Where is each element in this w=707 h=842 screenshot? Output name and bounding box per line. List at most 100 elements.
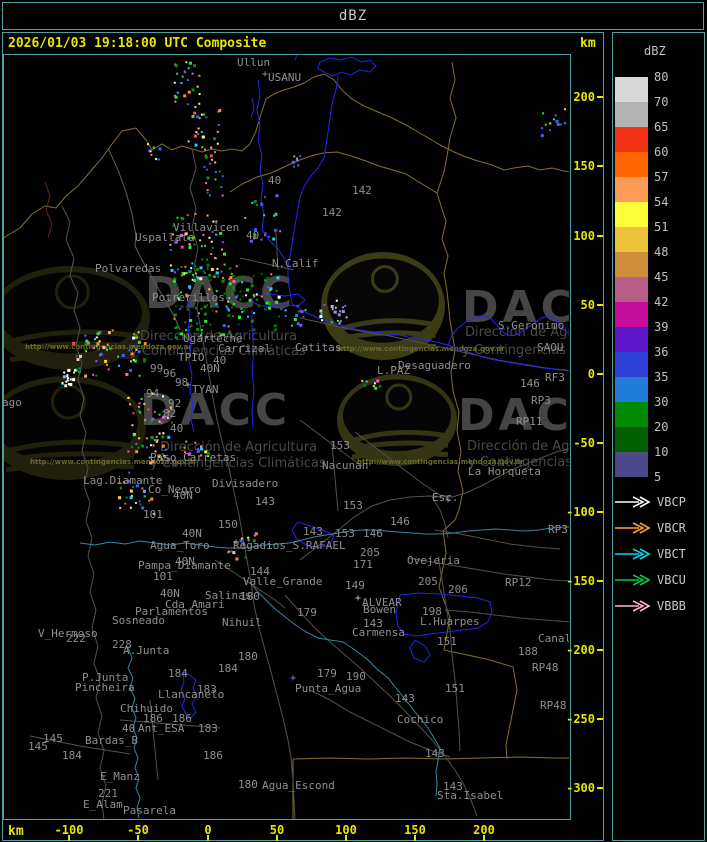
- radar-echo-pixel: [176, 72, 179, 75]
- map-place-label: Catitas: [295, 341, 342, 354]
- radar-echo-pixel: [206, 176, 210, 180]
- radar-echo-pixel: [185, 61, 188, 64]
- radar-echo-pixel: [128, 349, 131, 352]
- radar-echo-pixel: [564, 122, 567, 125]
- radar-echo-pixel: [296, 157, 298, 160]
- radar-echo-pixel: [174, 100, 177, 103]
- radar-echo-pixel: [297, 310, 300, 313]
- radar-echo-pixel: [84, 374, 88, 378]
- map-place-label: Carrizal: [218, 342, 271, 355]
- radar-echo-pixel: [185, 329, 188, 332]
- radar-echo-pixel: [302, 315, 305, 318]
- radar-echo-pixel: [204, 319, 208, 323]
- radar-echo-pixel: [213, 137, 216, 141]
- radar-echo-pixel: [194, 212, 197, 215]
- radar-echo-pixel: [273, 214, 276, 217]
- radar-echo-pixel: [188, 246, 192, 249]
- radar-echo-pixel: [196, 314, 199, 317]
- map-viewport[interactable]: DACC DACC DACC DACC Dirección de Agricultura…: [4, 55, 569, 819]
- radar-echo-pixel: [153, 410, 156, 413]
- y-axis-tick-label: 100: [573, 229, 595, 243]
- radar-echo-pixel: [206, 189, 209, 191]
- radar-echo-pixel: [200, 245, 203, 248]
- radar-echo-pixel: [141, 444, 145, 448]
- legend-value-label: 65: [654, 120, 669, 134]
- radar-echo-pixel: [93, 347, 95, 350]
- radar-echo-pixel: [138, 374, 141, 377]
- radar-echo-pixel: [269, 287, 273, 291]
- radar-echo-pixel: [300, 310, 304, 314]
- radar-echo-pixel: [221, 248, 224, 251]
- vector-label: VBCT: [657, 547, 686, 561]
- map-place-label: USANU: [268, 71, 302, 84]
- radar-echo-pixel: [339, 310, 342, 313]
- map-place-label: 205: [360, 546, 380, 559]
- radar-echo-pixel: [135, 502, 137, 504]
- map-place-label: 184: [218, 662, 238, 675]
- map-place-label: 146: [390, 515, 410, 528]
- radar-echo-pixel: [255, 298, 258, 301]
- radar-echo-pixel: [549, 129, 552, 132]
- radar-echo-pixel: [188, 285, 192, 289]
- radar-echo-pixel: [193, 134, 197, 138]
- radar-echo-pixel: [266, 286, 269, 289]
- radar-echo-pixel: [227, 300, 230, 303]
- map-canvas: DACC DACC DACC DACC Dirección de Agricultura…: [4, 55, 569, 819]
- radar-echo-pixel: [162, 432, 165, 435]
- radar-echo-pixel: [84, 343, 87, 346]
- radar-echo-pixel: [218, 170, 221, 173]
- x-axis-tick: [345, 835, 347, 841]
- radar-echo-pixel: [118, 364, 121, 367]
- map-place-label: 143: [255, 495, 275, 508]
- map-place-label: S.Geronimo: [498, 319, 565, 332]
- radar-echo-pixel: [344, 304, 347, 307]
- radar-echo-pixel: [231, 293, 234, 296]
- x-axis-unit-label: km: [8, 824, 24, 839]
- radar-echo-pixel: [62, 375, 66, 379]
- radar-echo-pixel: [541, 127, 543, 130]
- map-place-label: 40N: [182, 527, 202, 540]
- y-axis-tick: [597, 373, 603, 375]
- radar-echo-pixel: [67, 377, 69, 380]
- radar-echo-pixel: [244, 556, 247, 559]
- radar-echo-pixel: [564, 108, 566, 111]
- vector-label: VBBB: [657, 599, 686, 613]
- radar-echo-pixel: [125, 496, 128, 499]
- radar-echo-pixel: [127, 397, 130, 399]
- radar-echo-pixel: [64, 384, 68, 388]
- radar-echo-pixel: [173, 286, 176, 289]
- map-place-label: Divisadero: [212, 477, 279, 490]
- radar-echo-pixel: [297, 164, 300, 167]
- map-place-label: 149: [345, 579, 365, 592]
- radar-echo-pixel: [277, 295, 281, 299]
- legend-color-swatch: [615, 452, 648, 477]
- radar-echo-pixel: [195, 131, 198, 134]
- radar-echo-pixel: [337, 319, 339, 322]
- map-place-label: Pincheira: [75, 681, 135, 694]
- y-axis-tick-label: 50: [580, 298, 595, 312]
- radar-echo-pixel: [321, 319, 324, 322]
- radar-echo-pixel: [210, 268, 214, 271]
- radar-echo-pixel: [135, 450, 139, 454]
- map-place-label: Uspallata: [135, 231, 195, 244]
- radar-echo-pixel: [330, 305, 334, 308]
- page-title: dBZ: [338, 8, 368, 24]
- radar-echo-pixel: [197, 133, 200, 135]
- radar-echo-pixel: [275, 194, 279, 198]
- map-place-label: E_Alam: [83, 798, 123, 811]
- map-place-label: 40N: [160, 587, 180, 600]
- radar-echo-pixel: [342, 306, 345, 309]
- radar-echo-pixel: [194, 106, 197, 109]
- radar-echo-pixel: [253, 312, 255, 314]
- map-place-label: Bardas_B: [85, 734, 138, 747]
- radar-echo-pixel: [133, 359, 137, 363]
- radar-echo-pixel: [373, 382, 376, 385]
- radar-echo-pixel: [65, 380, 68, 383]
- radar-echo-pixel: [138, 402, 141, 405]
- legend-color-swatch: [615, 427, 648, 452]
- radar-echo-pixel: [76, 358, 80, 361]
- radar-echo-pixel: [173, 277, 177, 281]
- radar-echo-pixel: [206, 263, 210, 267]
- legend-title: dBZ: [644, 44, 666, 58]
- legend-value-label: 5: [654, 470, 662, 484]
